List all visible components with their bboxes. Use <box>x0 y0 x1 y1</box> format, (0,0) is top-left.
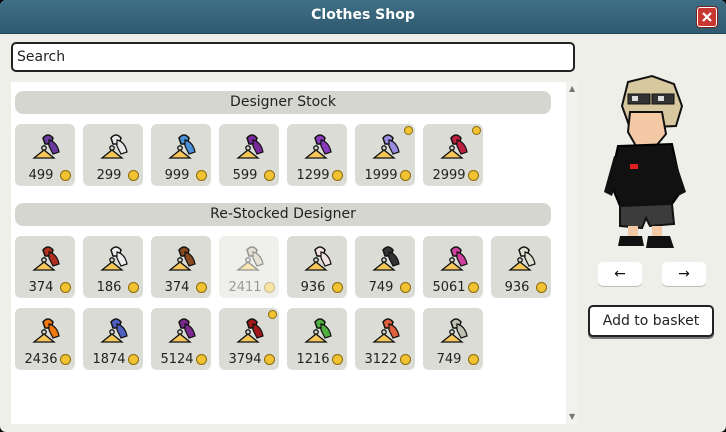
credit-coin-icon <box>60 170 71 181</box>
credit-coin-icon <box>196 282 207 293</box>
catalog-panel: Designer Stock Re-Stocked Designer 499 29… <box>11 82 566 424</box>
title-bar[interactable]: Clothes Shop <box>0 0 726 34</box>
item-tile[interactable]: 936 <box>491 236 551 298</box>
credit-coin-icon <box>196 170 207 181</box>
item-tile[interactable]: 499 <box>15 124 75 186</box>
section-header-re-stocked-designer: Re-Stocked Designer <box>15 203 551 226</box>
search-input[interactable] <box>11 42 575 72</box>
item-tile[interactable]: 2436 <box>15 308 75 370</box>
red-robe-icon <box>236 318 264 343</box>
close-button[interactable] <box>697 7 717 27</box>
item-tile[interactable]: 374 <box>15 236 75 298</box>
purple-hat-icon <box>32 134 60 159</box>
scroll-up-arrow-icon[interactable]: ▲ <box>569 84 575 93</box>
orange-coat-icon <box>32 318 60 343</box>
credit-coin-icon <box>332 282 343 293</box>
credit-coin-icon <box>468 354 479 365</box>
credit-coin-icon <box>60 282 71 293</box>
blue-accessory-icon <box>168 134 196 159</box>
lavender-outfit-icon <box>372 134 400 159</box>
credit-coin-icon <box>264 282 275 293</box>
credit-coin-icon <box>332 170 343 181</box>
item-tile[interactable]: 1216 <box>287 308 347 370</box>
credit-coin-icon <box>60 354 71 365</box>
white-helmet-icon <box>508 246 536 271</box>
section-header-designer-stock: Designer Stock <box>15 91 551 114</box>
previous-look-button[interactable]: ← <box>598 262 642 286</box>
clothes-shop-window: Clothes Shop Designer Stock Re-Stocked D… <box>0 0 726 432</box>
item-tile[interactable]: 5124 <box>151 308 211 370</box>
red-headwear-icon <box>32 246 60 271</box>
rare-badge-icon <box>404 126 413 135</box>
item-tile[interactable]: 3122 <box>355 308 415 370</box>
purple-robe-icon <box>168 318 196 343</box>
credit-coin-icon <box>128 354 139 365</box>
item-tile[interactable]: 374 <box>151 236 211 298</box>
credit-coin-icon <box>400 170 411 181</box>
item-tile[interactable]: 1299 <box>287 124 347 186</box>
credit-coin-icon <box>264 354 275 365</box>
item-tile[interactable]: 999 <box>151 124 211 186</box>
add-to-basket-button[interactable]: Add to basket <box>588 305 714 337</box>
credit-coin-icon <box>196 354 207 365</box>
credit-coin-icon <box>400 354 411 365</box>
next-look-button[interactable]: → <box>662 262 706 286</box>
credit-coin-icon <box>264 170 275 181</box>
rare-badge-icon <box>472 126 481 135</box>
item-tile[interactable]: 299 <box>83 124 143 186</box>
rare-badge-icon <box>268 310 277 319</box>
black-hair-icon <box>372 246 400 271</box>
item-tile[interactable]: 2411 <box>219 236 279 298</box>
close-icon <box>702 12 712 22</box>
item-tile[interactable]: 936 <box>287 236 347 298</box>
item-tile[interactable]: 1999 <box>355 124 415 186</box>
credit-coin-icon <box>332 354 343 365</box>
credit-coin-icon <box>468 282 479 293</box>
catalog-scrollbar[interactable] <box>566 82 578 424</box>
pink-dress-icon <box>440 246 468 271</box>
white-hat-icon <box>304 246 332 271</box>
item-tile[interactable]: 186 <box>83 236 143 298</box>
credit-coin-icon <box>536 282 547 293</box>
patterned-shirt-icon <box>236 134 264 159</box>
credit-coin-icon <box>128 282 139 293</box>
blue-turban-icon <box>100 318 128 343</box>
item-tile[interactable]: 5061 <box>423 236 483 298</box>
purple-jacket-icon <box>304 134 332 159</box>
white-mask-icon <box>100 246 128 271</box>
avatar-preview <box>604 74 686 248</box>
item-tile[interactable]: 2999 <box>423 124 483 186</box>
item-tile[interactable]: 749 <box>355 236 415 298</box>
striped-hat-icon <box>440 318 468 343</box>
faded-item-icon <box>236 246 264 271</box>
item-tile[interactable]: 599 <box>219 124 279 186</box>
green-hair-icon <box>304 318 332 343</box>
item-tile[interactable]: 3794 <box>219 308 279 370</box>
credit-coin-icon <box>400 282 411 293</box>
window-title: Clothes Shop <box>311 7 415 23</box>
white-mask-icon <box>100 134 128 159</box>
colorful-outfit-icon <box>372 318 400 343</box>
wings-accessory-icon <box>440 134 468 159</box>
item-tile[interactable]: 749 <box>423 308 483 370</box>
scroll-down-arrow-icon[interactable]: ▼ <box>569 412 575 421</box>
credit-coin-icon <box>128 170 139 181</box>
item-tile[interactable]: 1874 <box>83 308 143 370</box>
brown-hair-icon <box>168 246 196 271</box>
credit-coin-icon <box>468 170 479 181</box>
